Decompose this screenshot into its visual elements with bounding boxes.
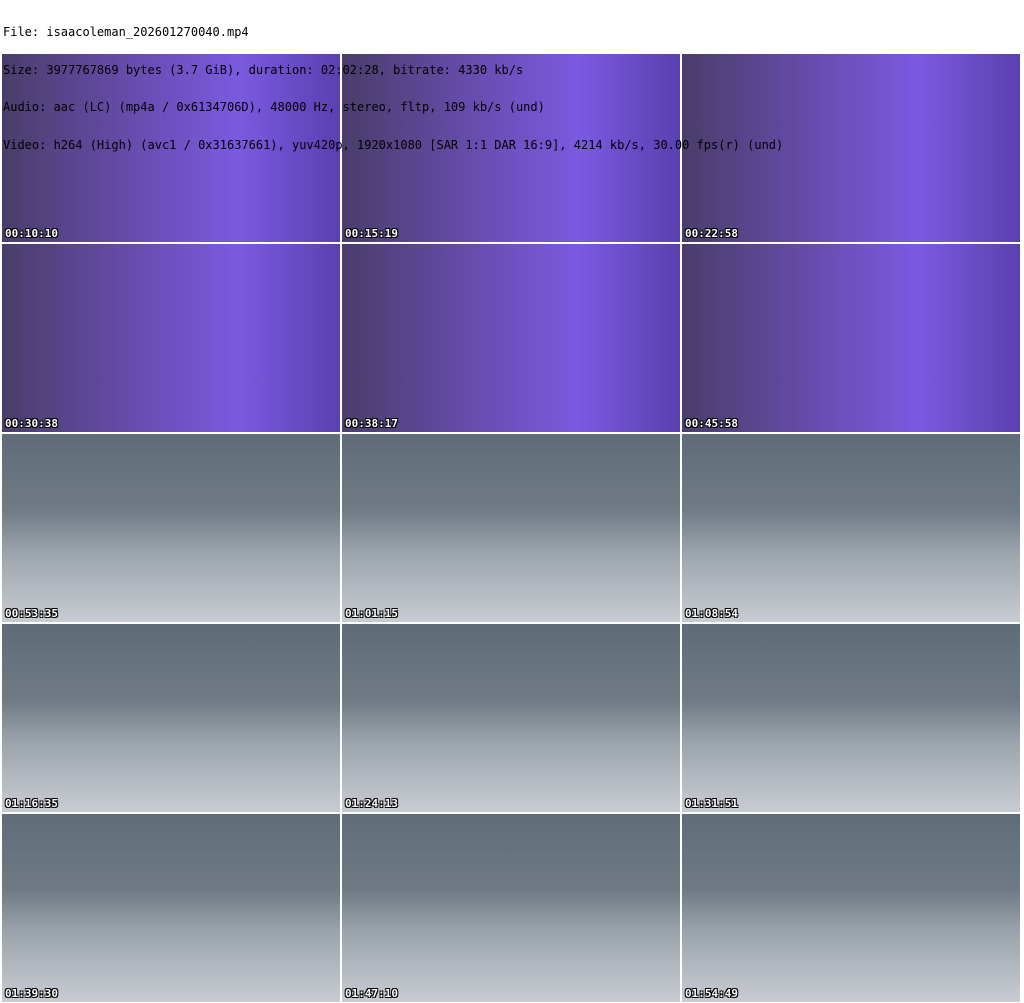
thumbnail-timestamp: 01:39:30	[5, 987, 58, 1000]
thumbnail-timestamp: 01:47:10	[345, 987, 398, 1000]
thumbnail-timestamp: 01:08:54	[685, 607, 738, 620]
video-thumbnail[interactable]: 00:38:17	[342, 244, 680, 432]
video-thumbnail[interactable]: 01:54:49	[682, 814, 1020, 1002]
thumbnail-timestamp: 00:53:35	[5, 607, 58, 620]
video-thumbnail[interactable]: 01:01:15	[342, 434, 680, 622]
video-info: Video: h264 (High) (avc1 / 0x31637661), …	[3, 137, 784, 152]
thumbnail-timestamp: 00:10:10	[5, 227, 58, 240]
video-thumbnail[interactable]: 00:30:38	[2, 244, 340, 432]
file-name: File: isaacoleman_202601270040.mp4	[3, 25, 249, 39]
thumbnail-timestamp: 01:01:15	[345, 607, 398, 620]
thumbnail-timestamp: 00:15:19	[345, 227, 398, 240]
thumbnail-timestamp: 01:31:51	[685, 797, 738, 810]
thumbnail-timestamp: 01:24:13	[345, 797, 398, 810]
thumbnail-timestamp: 00:22:58	[685, 227, 738, 240]
video-thumbnail[interactable]: 01:47:10	[342, 814, 680, 1002]
file-size: Size: 3977767869 bytes (3.7 GiB), durati…	[3, 62, 524, 77]
video-thumbnail[interactable]: 00:45:58	[682, 244, 1020, 432]
thumbnail-grid: 00:10:10 00:15:19 00:22:58 00:30:38 00:38:17…	[2, 54, 1020, 1002]
thumbnail-timestamp: 00:38:17	[345, 417, 398, 430]
video-thumbnail[interactable]: 01:16:35	[2, 624, 340, 812]
thumbnail-timestamp: 01:54:49	[685, 987, 738, 1000]
thumbnail-timestamp: 00:45:58	[685, 417, 738, 430]
thumbnail-timestamp: 00:30:38	[5, 417, 58, 430]
video-thumbnail[interactable]: 01:39:30	[2, 814, 340, 1002]
video-thumbnail[interactable]: 01:08:54	[682, 434, 1020, 622]
video-thumbnail[interactable]: 01:31:51	[682, 624, 1020, 812]
video-thumbnail[interactable]: 00:53:35	[2, 434, 340, 622]
file-info-header: File: isaacoleman_202601270040.mp4 Size:…	[3, 1, 783, 164]
audio-info: Audio: aac (LC) (mp4a / 0x6134706D), 480…	[3, 100, 545, 114]
video-thumbnail[interactable]: 01:24:13	[342, 624, 680, 812]
thumbnail-timestamp: 01:16:35	[5, 797, 58, 810]
